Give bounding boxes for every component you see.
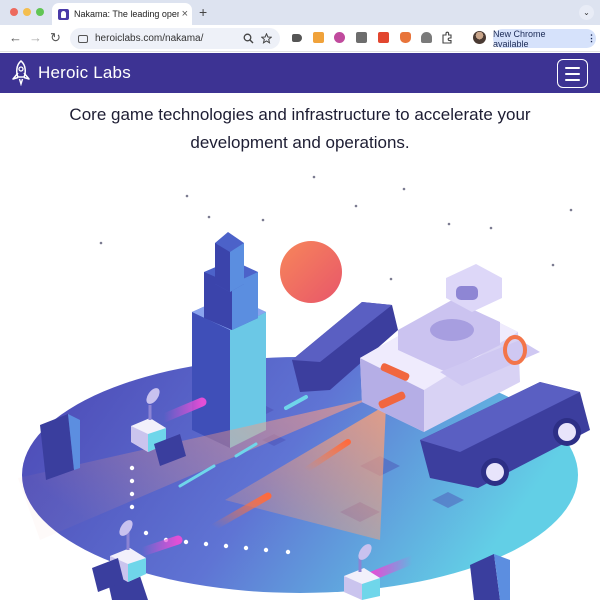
update-label: New Chrome available [493, 28, 546, 49]
heroic-labs-logo-link[interactable]: Heroic Labs [10, 59, 131, 87]
extension-robot-icon[interactable] [421, 32, 432, 43]
reload-button[interactable]: ↻ [50, 30, 61, 46]
extension-pink-icon[interactable] [334, 32, 345, 43]
nakama-hero-illustration [18, 175, 590, 600]
tagline-line-2: development and operations. [190, 133, 410, 152]
sun-planet [280, 241, 342, 303]
menu-bar-icon [565, 66, 580, 69]
extension-red-icon[interactable] [378, 32, 389, 43]
tab-title: Nakama: The leading open so [74, 9, 179, 19]
back-button[interactable]: ← [9, 30, 22, 46]
extension-fox-icon[interactable] [400, 32, 411, 43]
menu-bar-icon [565, 72, 580, 75]
site-header: Heroic Labs [0, 53, 600, 93]
rocket-logo-icon [12, 60, 30, 86]
browser-tab-strip: Nakama: The leading open so × + ⌄ [0, 0, 600, 25]
video-extension-icon[interactable] [292, 34, 302, 42]
tab-search-chevron-icon[interactable]: ⌄ [579, 5, 594, 20]
window-close-control[interactable] [10, 8, 18, 16]
browser-menu-icon[interactable]: ⋮ [587, 33, 596, 44]
brand-name: Heroic Labs [38, 63, 131, 82]
window-minimize-control[interactable] [23, 8, 31, 16]
isometric-tower [192, 232, 266, 448]
menu-bar-icon [565, 78, 580, 81]
extensions-puzzle-icon[interactable] [441, 31, 454, 44]
extension-orange-icon[interactable] [313, 32, 324, 43]
new-chrome-available-button[interactable]: New Chrome available ⋮ [493, 28, 596, 49]
zoom-icon[interactable] [243, 33, 254, 44]
hamburger-menu-button[interactable] [557, 59, 588, 88]
site-info-icon[interactable] [78, 34, 88, 43]
address-bar[interactable]: heroiclabs.com/nakama/ [70, 28, 280, 49]
hero-tagline: Core game technologies and infrastructur… [40, 101, 560, 157]
window-maximize-control[interactable] [36, 8, 44, 16]
bookmark-star-icon[interactable] [261, 33, 272, 44]
tab-close-icon[interactable]: × [182, 8, 188, 20]
tagline-line-1: Core game technologies and infrastructur… [69, 105, 531, 124]
extension-gray-icon[interactable] [356, 32, 367, 43]
profile-avatar[interactable] [473, 31, 486, 44]
forward-button[interactable]: → [29, 30, 42, 46]
browser-toolbar: ← → ↻ heroiclabs.com/nakama/ New Chrome … [0, 25, 600, 52]
browser-tab-active[interactable]: Nakama: The leading open so × [52, 3, 192, 25]
url-text[interactable]: heroiclabs.com/nakama/ [95, 33, 236, 44]
new-tab-button[interactable]: + [199, 4, 207, 20]
heroic-labs-favicon-icon [58, 8, 69, 20]
